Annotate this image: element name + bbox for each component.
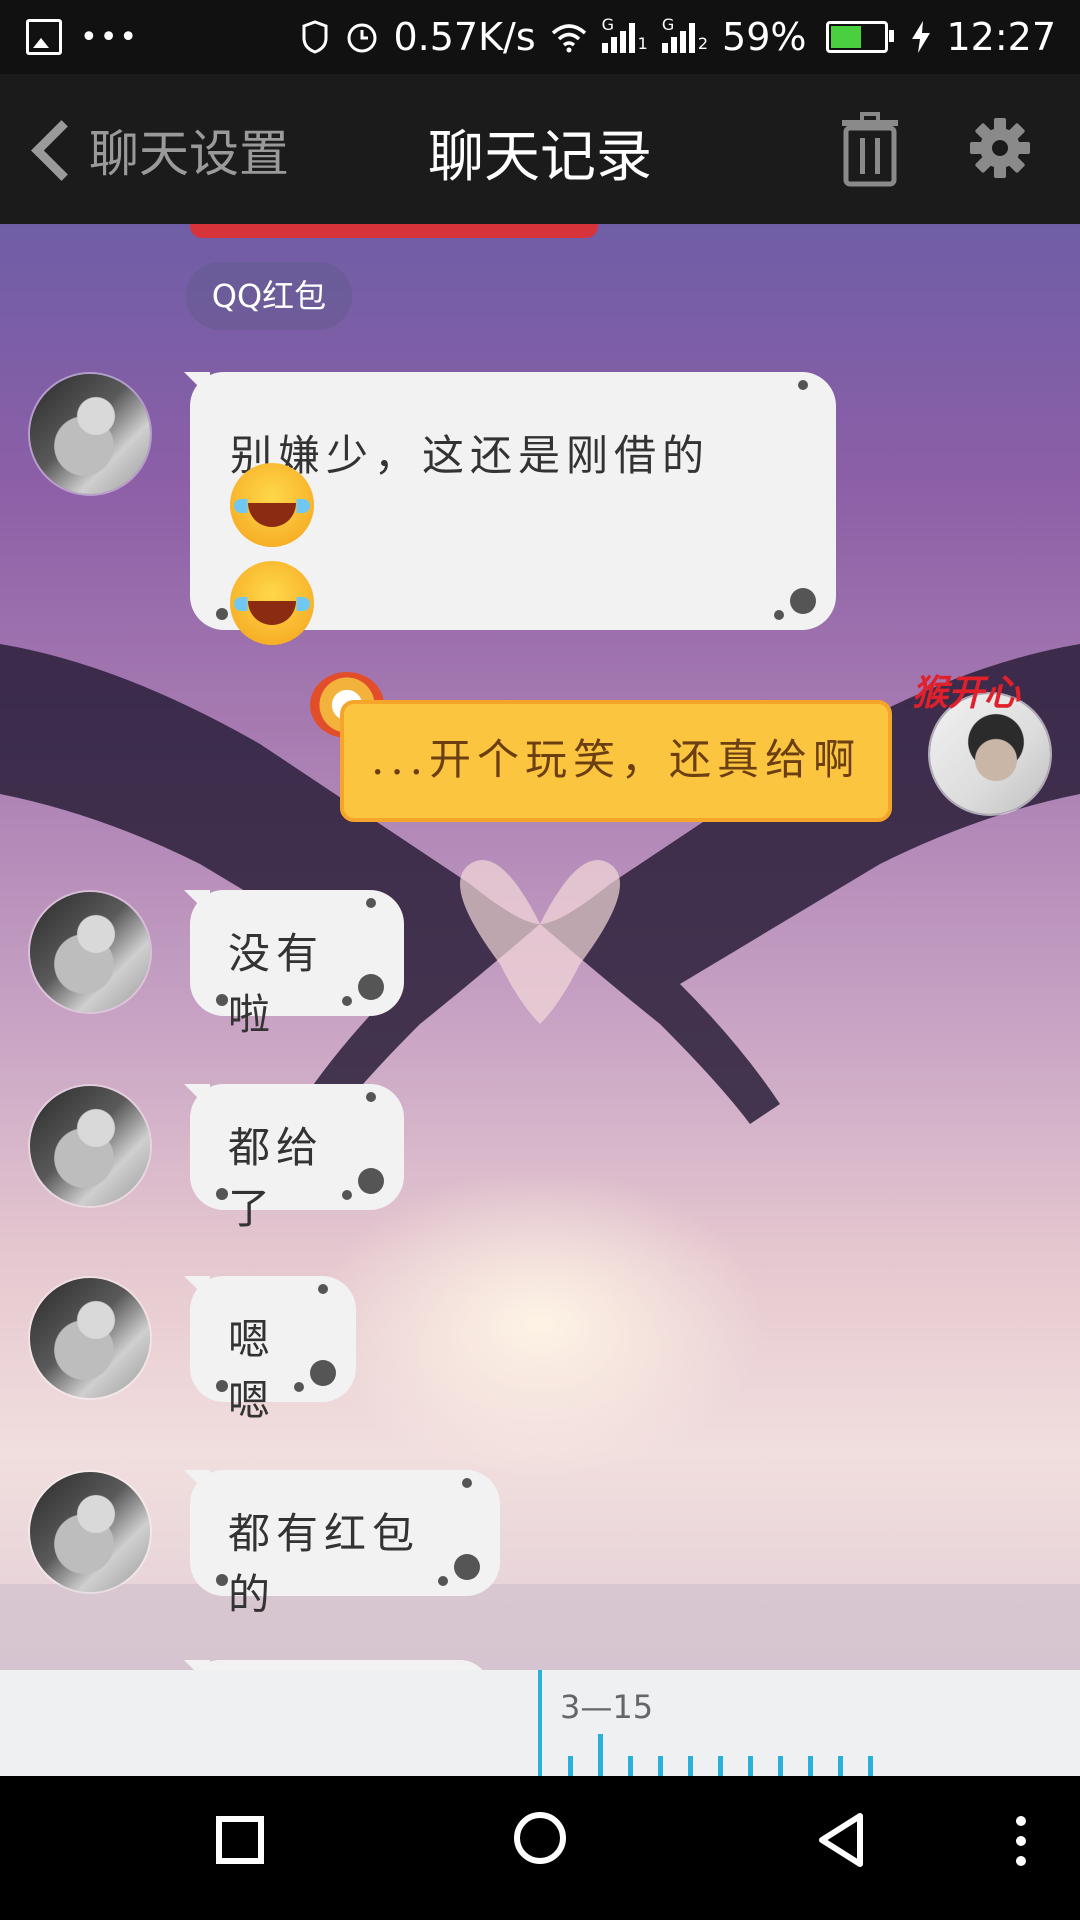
timeline-tick	[658, 1756, 663, 1776]
battery-icon	[826, 21, 895, 53]
sim1-index: 1	[637, 34, 648, 53]
message-bubble[interactable]: 别嫌少，这还是刚借的	[190, 372, 836, 645]
laugh-cry-emoji-icon	[230, 561, 314, 645]
contact-avatar[interactable]	[30, 892, 150, 1012]
shield-icon	[302, 20, 327, 54]
timeline-tick	[778, 1756, 783, 1776]
message-text: 别嫌少，这还是刚借的	[230, 431, 711, 480]
red-packet-label: QQ红包	[186, 262, 352, 330]
battery-percent: 59%	[722, 15, 807, 59]
home-button[interactable]	[514, 1812, 566, 1864]
contact-avatar[interactable]	[30, 374, 150, 494]
laugh-cry-emoji-icon	[230, 463, 314, 547]
timeline-date: 3—15	[560, 1688, 654, 1726]
battery-fill	[831, 26, 862, 48]
red-packet-card[interactable]	[190, 224, 598, 238]
timeline-cursor[interactable]	[538, 1670, 542, 1776]
timeline-tick	[568, 1756, 573, 1776]
my-message-bubble[interactable]: ...开个玩笑，还真给啊	[340, 700, 892, 822]
message-bubble[interactable]: 都有红包的	[190, 1470, 500, 1619]
message-text: 嗯嗯	[228, 1315, 277, 1425]
image-notification-icon	[26, 19, 62, 55]
more-notifications-icon: •••	[80, 19, 140, 55]
contact-avatar[interactable]	[30, 1086, 150, 1206]
message-text: ...开个玩笑，还真给啊	[370, 735, 862, 784]
page-title: 聊天记录	[428, 125, 652, 190]
signal-sim1-icon: G 1	[601, 15, 648, 53]
date-timeline-scrubber[interactable]: 3—15	[0, 1670, 1080, 1776]
sim2-index: 2	[697, 34, 709, 53]
back-triangle-icon[interactable]	[812, 1810, 872, 1870]
more-options-icon[interactable]	[1014, 1810, 1028, 1870]
timeline-tick	[868, 1756, 873, 1776]
timeline-tick	[808, 1756, 813, 1776]
contact-avatar[interactable]	[30, 1278, 150, 1398]
timeline-tick	[688, 1756, 693, 1776]
timeline-tick	[748, 1756, 753, 1776]
alarm-icon	[347, 23, 376, 53]
avatar-badge-text: 猴开心	[912, 672, 1021, 714]
message-bubble[interactable]: 都给了	[190, 1084, 404, 1233]
timeline-tick	[718, 1756, 723, 1776]
gear-icon[interactable]	[968, 116, 1032, 180]
status-bar: ••• 0.57K/s G 1 G 2 59% 12:27	[0, 0, 1080, 74]
timeline-tick	[598, 1734, 603, 1776]
timeline-tick	[838, 1756, 843, 1776]
wifi-icon	[551, 24, 586, 53]
signal-sim2-icon: G 2	[661, 15, 709, 53]
message-bubble[interactable]: 没有啦	[190, 890, 404, 1039]
sim2-label: G	[661, 15, 675, 34]
clock: 12:27	[946, 15, 1056, 59]
timeline-tick	[628, 1756, 633, 1776]
message-bubble-partial[interactable]	[190, 1660, 490, 1670]
message-bubble[interactable]: 嗯嗯	[190, 1276, 356, 1425]
recent-apps-button[interactable]	[216, 1816, 264, 1864]
contact-avatar[interactable]	[30, 1472, 150, 1592]
app-header: 聊天设置 聊天记录	[0, 74, 1080, 224]
sim1-label: G	[601, 15, 615, 34]
charging-icon	[912, 21, 931, 53]
net-speed: 0.57K/s	[393, 15, 536, 59]
system-nav-bar	[0, 1776, 1080, 1920]
trash-icon[interactable]	[838, 112, 902, 188]
chat-area[interactable]: QQ红包 别嫌少，这还是刚借的 ...开个玩笑，还真给啊 猴开心 没有啦 都给了…	[0, 224, 1080, 1670]
